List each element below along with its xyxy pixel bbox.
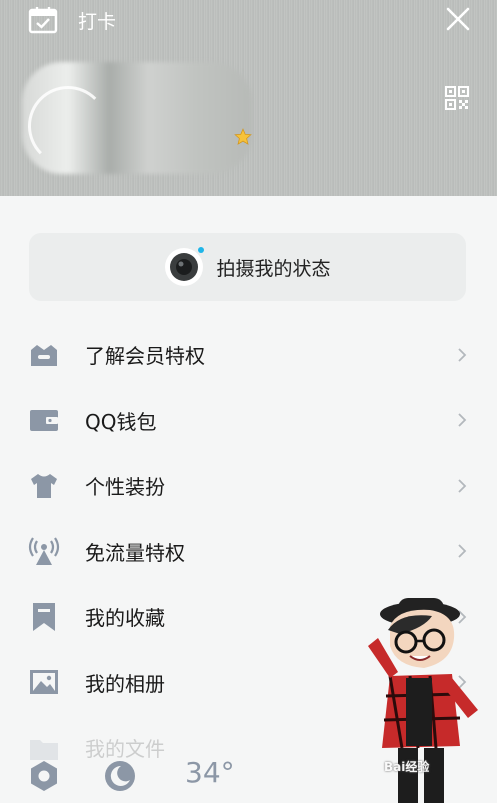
checkin-label: 打卡 [78, 10, 117, 33]
vip-star-icon [234, 128, 252, 145]
menu-item-label: 了解会员特权 [85, 344, 205, 369]
night-mode-moon-icon[interactable] [104, 760, 136, 792]
weather-temperature[interactable]: 34° [185, 756, 235, 789]
wallet-icon [30, 410, 58, 432]
capture-status-label: 拍摄我的状态 [216, 257, 331, 280]
photo-icon [30, 670, 58, 695]
close-icon[interactable] [445, 6, 471, 32]
crown-icon [31, 344, 57, 366]
menu-item-qq-wallet[interactable]: QQ钱包 [0, 388, 497, 454]
signal-tower-icon [28, 537, 60, 566]
watermark-logo: Bai经验 [384, 760, 430, 774]
avatar-ring [28, 86, 108, 166]
profile-header: 打卡 [0, 0, 497, 196]
menu-item-free-data[interactable]: 免流量特权 [0, 519, 497, 585]
camera-icon [165, 247, 205, 286]
menu-item-label: QQ钱包 [85, 409, 157, 434]
capture-status-button[interactable]: 拍摄我的状态 [29, 233, 466, 301]
menu-item-label: 免流量特权 [85, 540, 185, 565]
chevron-right-icon [458, 348, 467, 362]
menu-item-label: 我的相册 [85, 671, 165, 696]
menu-item-personalization[interactable]: 个性装扮 [0, 453, 497, 519]
settings-gear-icon[interactable] [28, 760, 60, 792]
checkin-button[interactable]: 打卡 [28, 4, 116, 36]
bookmark-icon [33, 602, 55, 631]
shirt-icon [31, 473, 57, 498]
menu-item-vip-privileges[interactable]: 了解会员特权 [0, 322, 497, 388]
menu-item-label: 我的收藏 [85, 606, 165, 631]
chevron-right-icon [458, 479, 467, 493]
qr-code-icon[interactable] [445, 86, 469, 110]
menu-item-label: 个性装扮 [85, 475, 165, 500]
chevron-right-icon [458, 544, 467, 558]
calendar-check-icon [28, 7, 58, 34]
chevron-right-icon [458, 413, 467, 427]
